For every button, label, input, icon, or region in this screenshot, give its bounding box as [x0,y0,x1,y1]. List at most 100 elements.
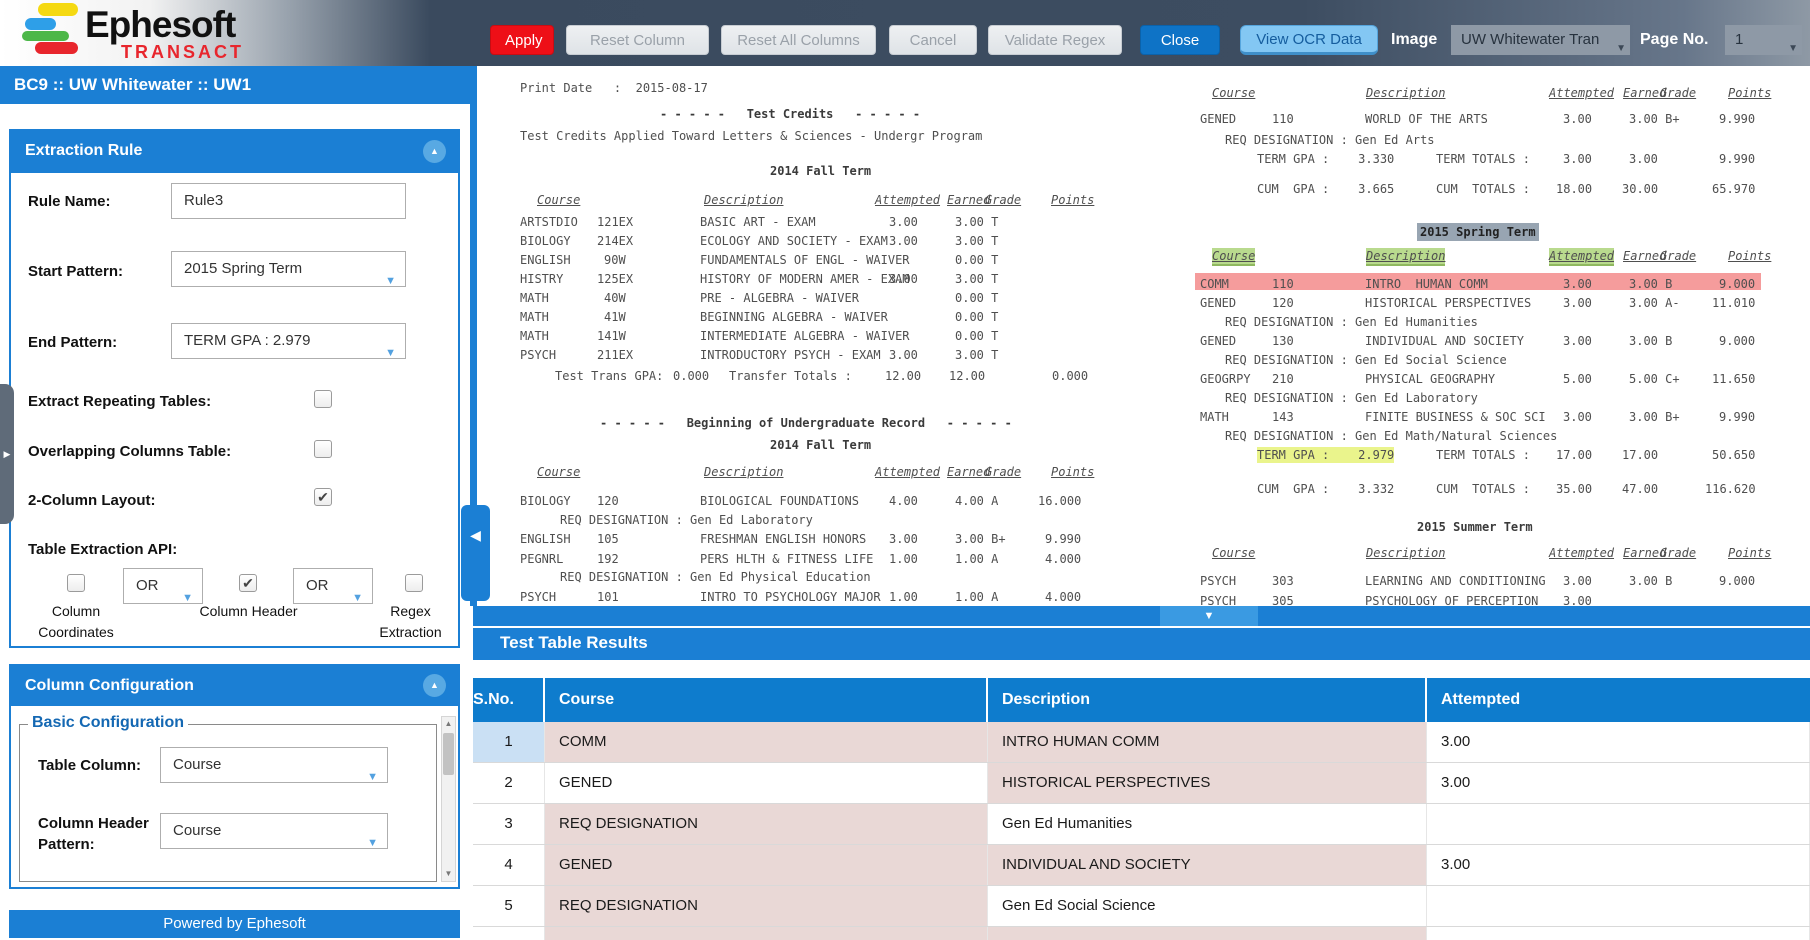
table-cell-sno: 5 [473,886,545,926]
document-text: 5.00 C+ [1629,371,1680,387]
basic-configuration-legend: Basic Configuration [28,714,188,732]
table-row[interactable]: 6GEOGRPY 210PHYSICAL GEOGRAPHY5.00 [473,927,1810,940]
document-line: CUM GPA : 3.332CUM TOTALS :35.0047.00116… [477,481,1810,497]
chevron-down-icon: ▼ [385,336,396,370]
breadcrumb: BC9 :: UW Whitewater :: UW1 [0,66,473,104]
panel-scrollbar[interactable]: ▲ ▼ [441,716,456,882]
document-line: CourseDescriptionAttemptedEarnedGradePoi… [477,248,1810,264]
table-cell-description: Gen Ed Humanities [988,804,1427,844]
view-ocr-data-button[interactable]: View OCR Data [1240,25,1378,55]
regex-extraction-checkbox[interactable] [405,574,423,592]
document-text: GENED [1200,295,1236,311]
image-select[interactable]: UW Whitewater Tran ▼ [1451,25,1630,55]
document-text: 210 [1272,371,1294,387]
table-row[interactable]: 4GENEDINDIVIDUAL AND SOCIETY3.00 [473,845,1810,886]
table-row[interactable]: 3REQ DESIGNATIONGen Ed Humanities [473,804,1810,845]
brand-subtitle: TRANSACT [121,42,244,63]
collapse-panel-icon[interactable]: ▲ [423,674,446,697]
splitter-collapse-handle[interactable]: ▼ [1160,606,1258,626]
document-text: 3.00 A- [1629,295,1680,311]
chevron-down-icon: ▼ [385,264,396,298]
document-text: 3.00 B [1629,573,1672,589]
table-cell-sno: 3 [473,804,545,844]
document-text: Grade [1660,85,1696,101]
table-column-select[interactable]: Course ▼ [160,747,388,783]
reset-column-button[interactable]: Reset Column [566,25,709,55]
document-line: 2015 Summer Term [477,519,1810,535]
table-cell-attempted [1427,886,1810,926]
table-row[interactable]: 5REQ DESIGNATIONGen Ed Social Science [473,886,1810,927]
end-pattern-select[interactable]: TERM GPA : 2.979 ▼ [171,323,406,359]
document-text: 9.000 [1719,333,1755,349]
document-text: CUM GPA : 3.665 [1257,181,1394,197]
column-header-description: Description [988,678,1427,722]
document-text: 130 [1272,333,1294,349]
table-cell-course: REQ DESIGNATION [545,886,988,926]
document-text: Points [1051,464,1094,480]
table-row[interactable]: 2GENEDHISTORICAL PERSPECTIVES3.00 [473,763,1810,804]
results-title-bar: Test Table Results [473,628,1810,660]
document-text: 3.00 [1563,409,1592,425]
scroll-down-icon[interactable]: ▼ [442,867,455,881]
document-text: INDIVIDUAL AND SOCIETY [1365,333,1524,349]
document-text: 3.00 B [1629,276,1672,292]
document-text: REQ DESIGNATION : Gen Ed Laboratory [1225,390,1478,406]
chevron-down-icon: ▼ [182,581,193,615]
overlapping-columns-checkbox[interactable] [314,440,332,458]
rule-name-input[interactable]: Rule3 [171,183,406,219]
table-column-label: Table Column: [38,757,141,774]
document-text: REQ DESIGNATION : Gen Ed Humanities [1225,314,1478,330]
table-extraction-api-label: Table Extraction API: [28,541,177,558]
extraction-rule-title: Extraction Rule [25,142,142,160]
scroll-up-icon[interactable]: ▲ [442,717,455,731]
document-text: 9.000 [1719,573,1755,589]
document-line: PSYCH305PSYCHOLOGY OF PERCEPTION3.00 [477,593,1810,606]
regex-extraction-label: Regex Extraction [363,601,458,643]
horizontal-splitter[interactable]: ▼ [473,606,1810,626]
reset-all-columns-button[interactable]: Reset All Columns [721,25,876,55]
column-header-checkbox[interactable]: ✔ [239,574,257,592]
page-no-select[interactable]: 1 ▼ [1725,25,1802,55]
cancel-button[interactable]: Cancel [889,25,977,55]
validate-regex-button[interactable]: Validate Regex [988,25,1122,55]
document-text: 5.00 [1563,371,1592,387]
expand-panel-handle[interactable]: ▶ [0,384,14,524]
collapse-panel-icon[interactable]: ▲ [423,140,446,163]
table-row[interactable]: 1COMMINTRO HUMAN COMM3.00 [473,722,1810,763]
sidebar-collapse-handle[interactable]: ◀ [461,505,490,601]
start-pattern-label: Start Pattern: [28,263,123,280]
start-pattern-select[interactable]: 2015 Spring Term ▼ [171,251,406,287]
document-text: 2015 Spring Term [1417,223,1539,241]
document-text: WORLD OF THE ARTS [1365,111,1488,127]
document-text: Grade [1660,248,1696,264]
extraction-rule-header: Extraction Rule ▲ [11,131,458,173]
column-coordinates-checkbox[interactable] [67,574,85,592]
api-or-select-2[interactable]: OR ▼ [293,568,373,604]
table-cell-description: Gen Ed Social Science [988,886,1427,926]
column-header-pattern-select[interactable]: Course ▼ [160,813,388,849]
table-cell-sno: 6 [473,927,545,940]
document-text: REQ DESIGNATION : Gen Ed Social Science [1225,352,1507,368]
image-select-value: UW Whitewater Tran [1461,31,1599,48]
table-cell-attempted: 3.00 [1427,722,1810,762]
page-no-select-value: 1 [1735,31,1743,48]
extract-repeating-tables-checkbox[interactable] [314,390,332,408]
document-text: Description [704,464,783,480]
two-column-layout-checkbox[interactable]: ✔ [314,488,332,506]
document-text: 110 [1272,276,1294,292]
document-line: GENED110WORLD OF THE ARTS3.003.00 B+9.99… [477,111,1810,127]
top-toolbar: Ephesoft TRANSACT Apply Reset Column Res… [0,0,1810,66]
api-or-select-1[interactable]: OR ▼ [123,568,203,604]
document-text: 120 [1272,295,1294,311]
document-text: 9.990 [1719,409,1755,425]
document-line: CourseDescriptionAttemptedEarnedGradePoi… [477,85,1810,101]
close-button[interactable]: Close [1140,25,1220,55]
scrollbar-thumb[interactable] [443,733,454,775]
table-column-value: Course [173,756,221,773]
document-text: Attempted [1549,248,1614,266]
document-canvas[interactable]: Print Date : 2015-08-17- - - - - Test Cr… [477,66,1810,606]
document-text: 3.00 B+ [1629,409,1680,425]
table-cell-sno: 2 [473,763,545,803]
apply-button[interactable]: Apply [490,25,554,55]
table-cell-course: GENED [545,763,988,803]
